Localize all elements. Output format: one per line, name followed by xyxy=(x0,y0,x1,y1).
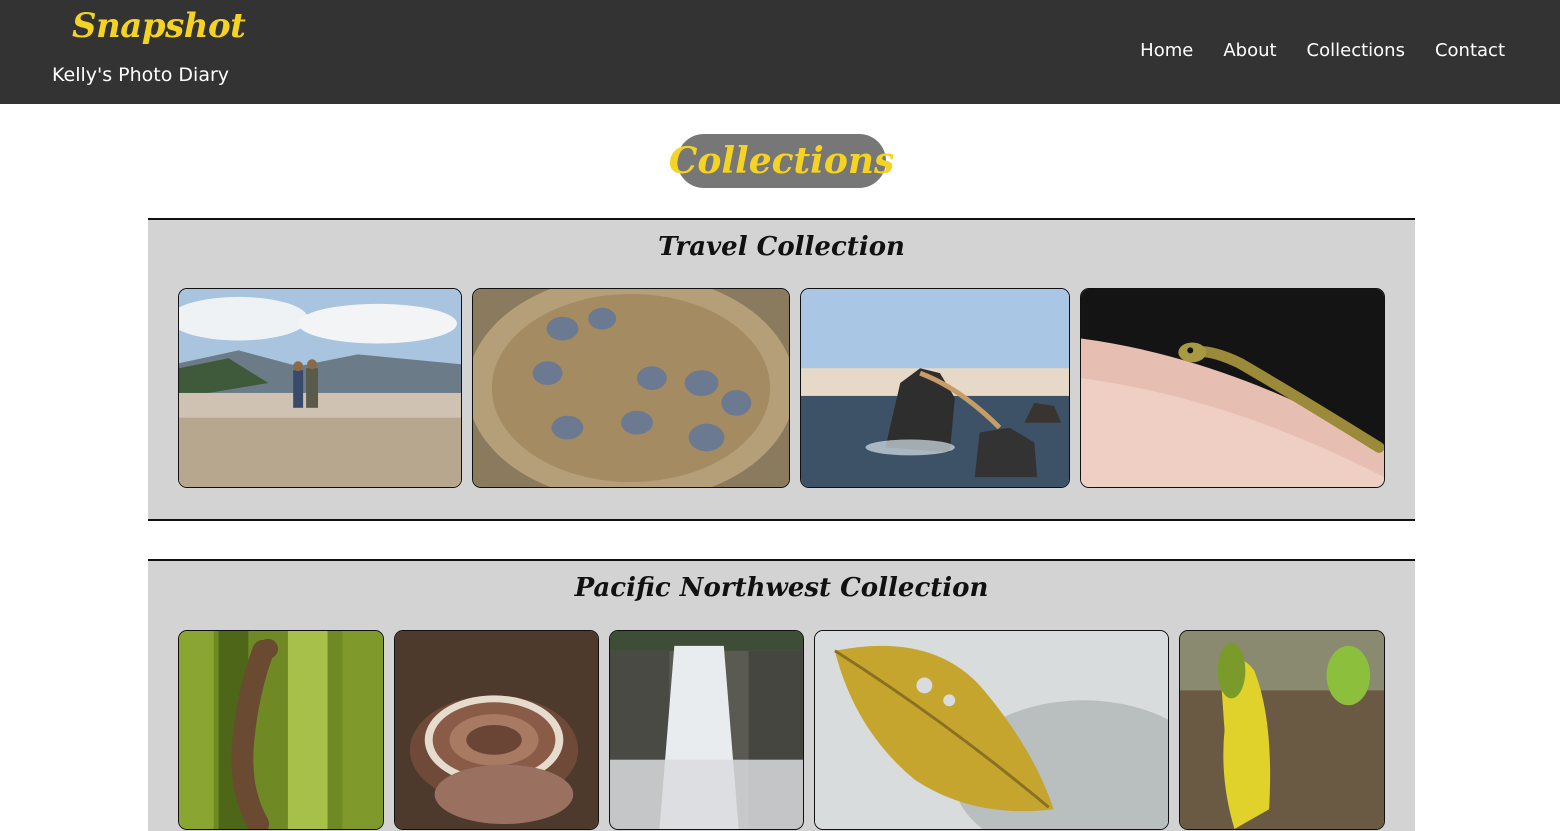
photo-waterfall[interactable] xyxy=(609,630,804,830)
photo-rock-sea[interactable] xyxy=(800,288,1070,488)
nav-link-about[interactable]: About xyxy=(1223,40,1276,61)
nav-link-contact[interactable]: Contact xyxy=(1435,40,1505,61)
photo-turkey-tail-fungus[interactable] xyxy=(394,630,599,830)
brand-title[interactable]: Snapshot xyxy=(72,6,246,46)
pacific-northwest-collection: Pacific Northwest Collection xyxy=(148,559,1415,831)
travel-collection: Travel Collection xyxy=(148,218,1415,521)
page-title: Collections xyxy=(668,140,895,182)
photo-yellow-leaf[interactable] xyxy=(814,630,1169,830)
nav-link-home[interactable]: Home xyxy=(1140,40,1193,61)
photo-skunk-cabbage[interactable] xyxy=(1179,630,1385,830)
brand-subtitle: Kelly's Photo Diary xyxy=(52,64,230,86)
photo-baby-turtles-basket[interactable] xyxy=(472,288,790,488)
photo-gecko-on-hand[interactable] xyxy=(1080,288,1385,488)
collection-title: Pacific Northwest Collection xyxy=(574,573,989,603)
nav-link-collections[interactable]: Collections xyxy=(1307,40,1405,61)
main-nav: Home About Collections Contact xyxy=(1140,40,1505,61)
photo-lizard-on-leaves[interactable] xyxy=(178,630,384,830)
page-title-pill: Collections xyxy=(669,134,894,188)
photo-couple-landscape[interactable] xyxy=(178,288,462,488)
collection-title: Travel Collection xyxy=(658,232,905,262)
site-header: Snapshot Kelly's Photo Diary Home About … xyxy=(0,0,1560,104)
